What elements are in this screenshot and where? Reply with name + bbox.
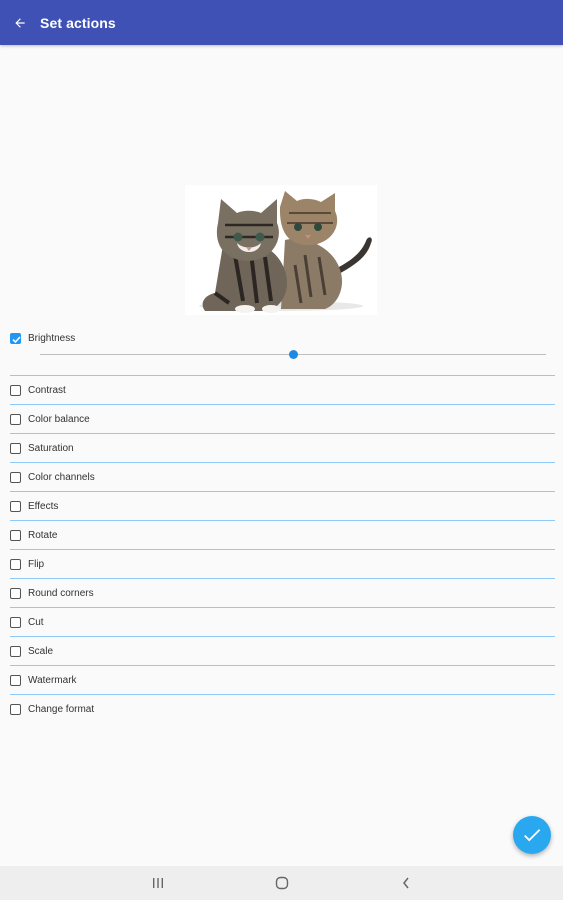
action-label: Round corners [28, 587, 94, 599]
confirm-button[interactable] [513, 816, 551, 854]
action-label: Contrast [28, 384, 66, 396]
action-label: Change format [28, 703, 95, 715]
action-checkbox[interactable] [10, 384, 21, 396]
action-checkbox[interactable] [10, 674, 21, 686]
action-label: Rotate [28, 529, 58, 541]
action-label: Scale [28, 645, 54, 657]
action-checkbox[interactable] [10, 587, 21, 599]
preview-image [185, 185, 377, 315]
action-checkbox[interactable] [10, 645, 21, 657]
action-item[interactable]: Cut [10, 607, 555, 636]
action-item[interactable]: Change format [10, 694, 555, 723]
action-checkbox[interactable] [10, 558, 21, 570]
back-icon [402, 877, 409, 889]
action-checkbox[interactable] [10, 616, 21, 628]
action-item[interactable]: Flip [10, 549, 555, 578]
page-title: Set actions [40, 14, 116, 31]
system-navigation-bar [0, 866, 563, 900]
action-label: Watermark [28, 674, 77, 686]
action-item[interactable]: Saturation [10, 433, 555, 462]
action-checkbox[interactable] [10, 413, 21, 425]
back-button[interactable] [0, 0, 40, 45]
action-item[interactable]: Scale [10, 636, 555, 665]
brightness-option[interactable]: Brightness [10, 330, 555, 346]
action-item[interactable]: Color balance [10, 404, 555, 433]
slider-thumb[interactable] [288, 350, 298, 359]
action-checkbox[interactable] [10, 442, 21, 454]
action-item[interactable]: Contrast [10, 375, 555, 404]
action-item[interactable]: Effects [10, 491, 555, 520]
action-checkbox[interactable] [10, 529, 21, 541]
brightness-label: Brightness [28, 332, 76, 344]
action-item[interactable]: Color channels [10, 462, 555, 491]
action-label: Flip [28, 558, 45, 570]
action-label: Saturation [28, 442, 74, 454]
actions-list: Contrast Color balance Saturation Color cha… [10, 375, 555, 723]
recent-apps-button[interactable] [128, 866, 188, 900]
check-icon [12, 335, 21, 343]
brightness-checkbox[interactable] [10, 332, 21, 344]
action-item[interactable]: Round corners [10, 578, 555, 607]
brightness-slider[interactable] [40, 348, 546, 360]
action-checkbox[interactable] [10, 703, 21, 715]
action-label: Effects [28, 500, 59, 512]
action-item[interactable]: Watermark [10, 665, 555, 694]
action-label: Color balance [28, 413, 90, 425]
action-checkbox[interactable] [10, 471, 21, 483]
checkmark-icon [524, 829, 541, 842]
arrow-back-icon [15, 17, 25, 28]
home-icon [275, 876, 288, 890]
action-label: Color channels [28, 471, 95, 483]
app-bar: Set actions [0, 0, 563, 45]
recent-apps-icon [152, 878, 163, 888]
nav-back-button[interactable] [376, 866, 436, 900]
action-label: Cut [28, 616, 44, 628]
action-item[interactable]: Rotate [10, 520, 555, 549]
kittens-photo [185, 185, 377, 315]
home-button[interactable] [252, 866, 312, 900]
action-checkbox[interactable] [10, 500, 21, 512]
